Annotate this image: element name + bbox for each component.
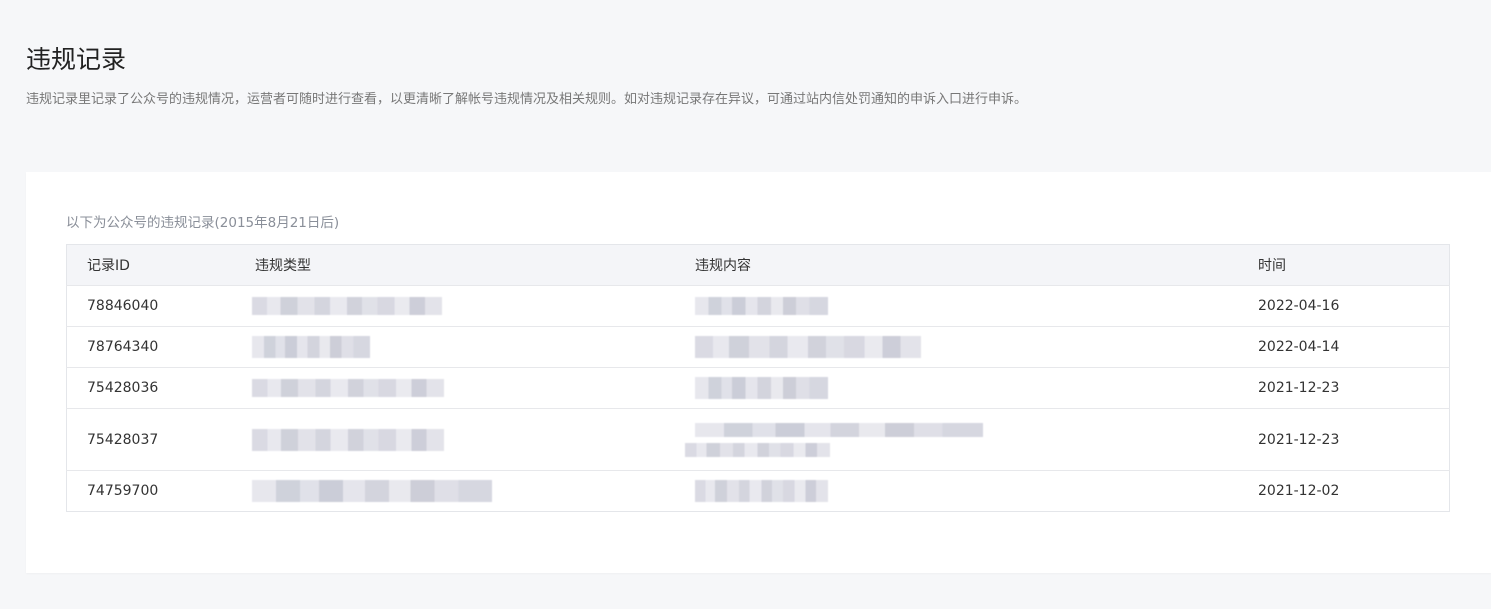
record-id: 78846040 — [87, 298, 159, 314]
redaction-mosaic — [252, 336, 370, 358]
record-date: 2022-04-14 — [1258, 339, 1340, 355]
violation-type-redacted — [252, 368, 695, 409]
violation-type-redacted — [252, 409, 695, 471]
page-title: 违规记录 — [26, 44, 127, 74]
records-card: 以下为公众号的违规记录(2015年8月21日后) 记录ID 违规类型 违规内容 … — [26, 172, 1491, 573]
record-id: 78764340 — [87, 339, 159, 355]
violation-content-redacted — [695, 286, 1258, 327]
violation-records-table: 记录ID 违规类型 违规内容 时间 78846040 2022-04-16 78… — [66, 244, 1450, 512]
record-id: 75428037 — [87, 431, 159, 448]
table-row: 75428036 2021-12-23 — [66, 367, 1450, 409]
table-row: 75428037 2021-12-23 — [66, 408, 1450, 471]
violation-type-redacted — [252, 327, 695, 368]
redaction-mosaic — [252, 480, 492, 502]
header-record-id: 记录ID — [87, 258, 130, 274]
table-row: 78764340 2022-04-14 — [66, 326, 1450, 368]
violation-content-redacted — [695, 327, 1258, 368]
record-id: 74759700 — [87, 483, 159, 499]
redaction-mosaic — [695, 377, 828, 399]
redaction-mosaic — [695, 422, 983, 437]
violation-content-redacted — [685, 409, 1258, 471]
record-id: 75428036 — [87, 380, 159, 396]
redaction-mosaic — [695, 480, 828, 502]
redaction-mosaic — [252, 379, 444, 397]
redaction-mosaic — [252, 297, 442, 315]
record-date: 2022-04-16 — [1258, 298, 1340, 314]
violation-content-redacted — [695, 368, 1258, 409]
header-violation-content: 违规内容 — [695, 258, 751, 274]
record-date: 2021-12-02 — [1258, 483, 1340, 499]
header-violation-type: 违规类型 — [255, 258, 311, 274]
violation-type-redacted — [252, 286, 695, 327]
record-date: 2021-12-23 — [1258, 380, 1340, 396]
violation-type-redacted — [252, 471, 695, 512]
redaction-mosaic — [252, 428, 444, 451]
table-caption: 以下为公众号的违规记录(2015年8月21日后) — [66, 215, 340, 231]
violation-content-redacted — [695, 471, 1258, 512]
record-date: 2021-12-23 — [1258, 431, 1340, 448]
redaction-mosaic — [695, 297, 828, 315]
table-header-row: 记录ID 违规类型 违规内容 时间 — [66, 244, 1450, 286]
table-row: 78846040 2022-04-16 — [66, 285, 1450, 327]
redaction-mosaic — [695, 336, 921, 358]
table-row: 74759700 2021-12-02 — [66, 470, 1450, 512]
page-description: 违规记录里记录了公众号的违规情况，运营者可随时进行查看，以更清晰了解帐号违规情况… — [26, 92, 1028, 107]
redaction-mosaic — [685, 442, 830, 457]
header-time: 时间 — [1258, 258, 1286, 274]
